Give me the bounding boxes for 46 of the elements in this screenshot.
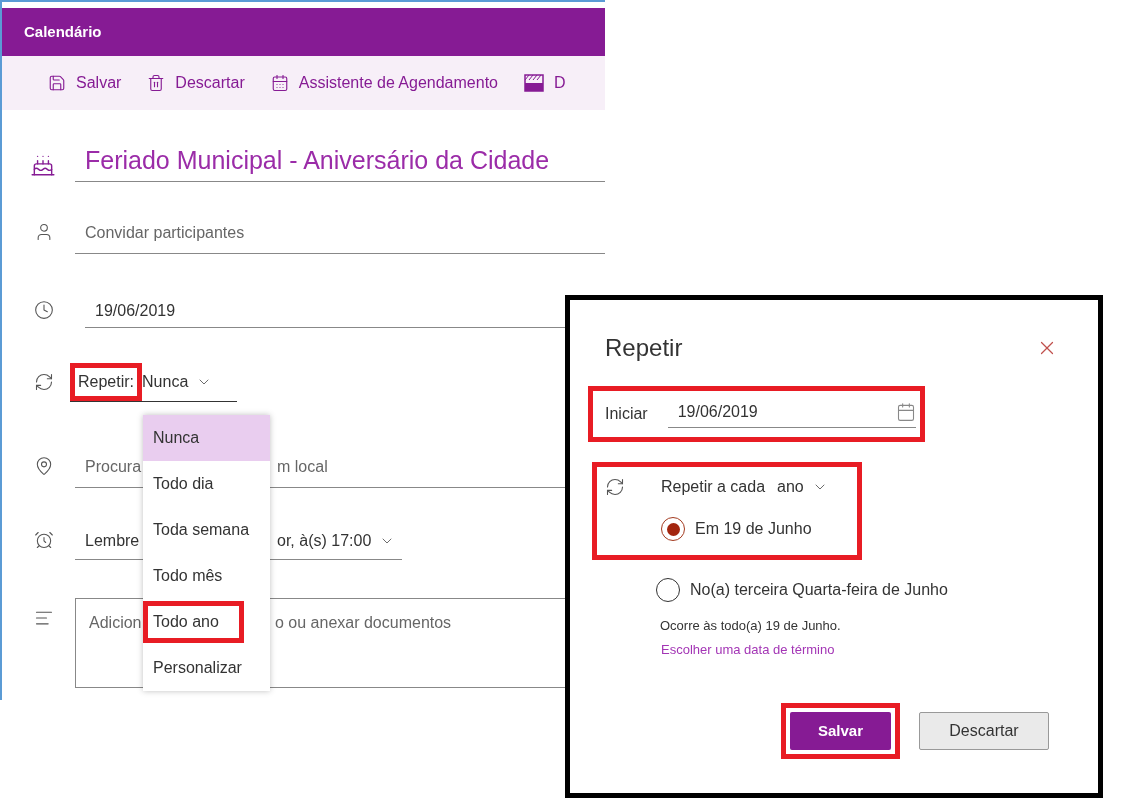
occurrence-summary: Ocorre às todo(a) 19 de Junho. <box>660 617 842 635</box>
calendar-icon[interactable] <box>896 402 916 422</box>
start-label: Iniciar <box>605 404 648 424</box>
unit-dropdown[interactable]: ano <box>777 475 828 499</box>
discard-button[interactable]: Descartar <box>919 712 1049 750</box>
dialog-title: Repetir <box>605 333 683 363</box>
menu-item-label: Toda semana <box>153 521 250 538</box>
attendees-field[interactable]: Convidar participantes <box>75 221 605 254</box>
radio-label: No(a) terceira Quarta-feira de Junho <box>690 580 948 600</box>
radio-label: Em 19 de Junho <box>695 519 812 539</box>
repeat-dropdown[interactable]: Repetir: Nunca <box>70 362 237 402</box>
repeat-every-label: Repetir a cada <box>661 477 766 497</box>
trash-icon <box>147 74 166 92</box>
start-date-field[interactable]: 19/06/2019 <box>667 400 916 428</box>
app-title: Calendário <box>24 21 102 42</box>
menu-item-label: Personalizar <box>153 659 242 676</box>
title-field[interactable]: Feriado Municipal - Aniversário da Cidade <box>75 141 605 182</box>
clock-icon <box>34 300 54 320</box>
save-icon <box>48 74 66 92</box>
menu-item-label: Todo ano <box>153 613 219 630</box>
menu-item[interactable]: Personalizar <box>143 645 270 691</box>
notes-placeholder: o ou anexar documentos <box>275 613 452 633</box>
toolbar-button[interactable]: D <box>523 71 566 95</box>
repeat-label: Repetir: <box>78 372 135 390</box>
location-placeholder: Procura <box>85 458 142 475</box>
menu-item[interactable]: Todo mês <box>143 553 270 599</box>
toolbar-button[interactable]: Salvar <box>48 71 122 95</box>
menu-item[interactable]: Todo dia <box>143 461 270 507</box>
striped-block-icon <box>523 74 544 92</box>
menu-item-label: Todo mês <box>153 567 223 584</box>
menu-item[interactable]: Todo ano <box>143 599 270 645</box>
end-date-link[interactable]: Escolher uma data de término <box>661 639 1058 659</box>
location-pin-icon <box>34 456 54 476</box>
calendar-icon <box>270 74 289 92</box>
menu-item[interactable]: Toda semana <box>143 507 270 553</box>
menu-item-label: Nunca <box>153 429 200 446</box>
menu-item[interactable]: Nunca <box>143 415 270 461</box>
save-button[interactable]: Salvar <box>790 712 891 750</box>
location-placeholder: m local <box>277 457 328 477</box>
toolbar-button[interactable]: Assistente de Agendamento <box>270 71 498 95</box>
notes-placeholder: Adicion <box>89 614 142 631</box>
toolbar-button[interactable]: Descartar <box>147 71 245 95</box>
repeat-value: Nunca <box>142 371 189 392</box>
alarm-clock-icon <box>34 530 54 550</box>
repeat-icon <box>34 372 54 392</box>
repeat-icon <box>605 477 625 497</box>
